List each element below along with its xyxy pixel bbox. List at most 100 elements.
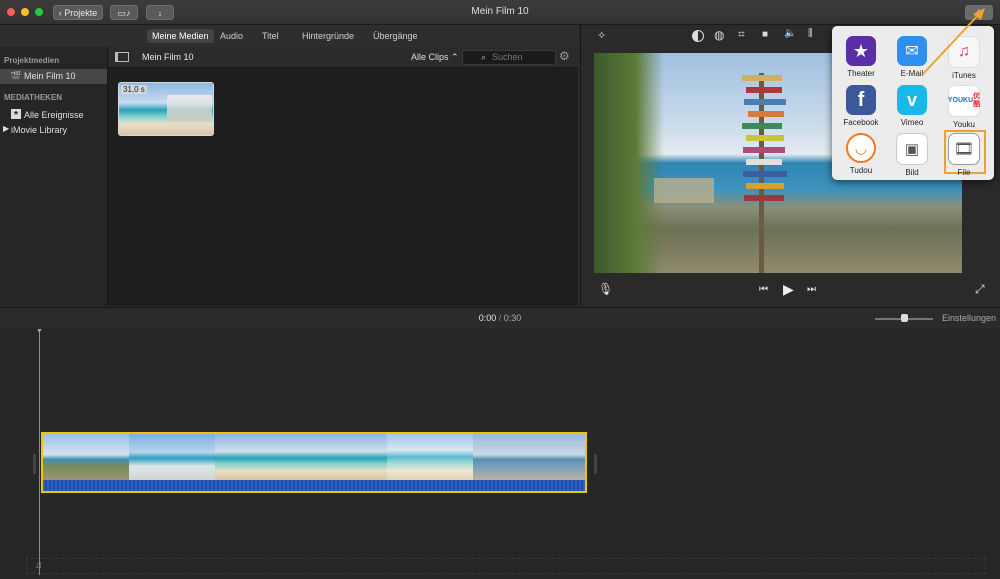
tab-uebergaenge[interactable]: Übergänge — [368, 29, 423, 43]
clip-frame — [43, 434, 130, 480]
beach-hut — [654, 178, 714, 203]
share-facebook-label: Facebook — [843, 118, 879, 127]
playhead-marker: ▼ — [36, 328, 43, 335]
timeline-header: 0:00 / 0:30 Einstellungen — [0, 307, 1000, 329]
youku-icon: YOUKU 优酷 — [948, 85, 980, 117]
clip-filter-select[interactable]: Alle Clips ⌃ — [411, 52, 459, 63]
window-title: Mein Film 10 — [471, 6, 529, 17]
signpost-sign — [748, 111, 784, 117]
tab-titel[interactable]: Titel — [257, 29, 284, 43]
share-theater-label: Theater — [847, 69, 875, 78]
search-placeholder: Suchen — [492, 52, 523, 62]
timeline-right-handle[interactable] — [594, 454, 597, 474]
sidebar-item-all-events-label: Alle Ereignisse — [24, 110, 84, 120]
gear-icon[interactable]: ⚙ — [559, 49, 570, 63]
clip-frame — [387, 434, 474, 480]
star-icon: ★ — [846, 36, 876, 66]
updown-chevron-icon: ⌃ — [451, 52, 459, 62]
share-youku[interactable]: YOUKU 优酷 Youku — [940, 85, 988, 129]
tab-audio[interactable]: Audio — [215, 29, 248, 43]
title-bar: ‹ Projekte ▭♪ ↓ Mein Film 10 ⇪ — [0, 0, 1000, 25]
search-icon: ⌕ — [481, 52, 487, 62]
music-note-track-icon: ♫ — [35, 560, 43, 571]
facebook-icon: f — [846, 85, 876, 115]
sidebar-item-all-events[interactable]: ★ Alle Ereignisse — [0, 108, 107, 122]
signpost-sign — [746, 183, 784, 189]
disclosure-triangle-icon[interactable]: ▶ — [3, 124, 9, 133]
signpost-sign — [743, 171, 787, 177]
music-track[interactable]: ♫ — [26, 558, 986, 574]
signpost-sign — [746, 87, 782, 93]
clip-buildings — [167, 95, 212, 121]
share-file-label: File — [957, 168, 971, 177]
media-tabs-bar: Meine Medien Audio Titel Hintergründe Üb… — [0, 25, 578, 47]
color-palette-icon[interactable]: ◍ — [714, 28, 724, 42]
project-media-heading: Projektmedien — [4, 56, 60, 65]
browser-toolbar: Mein Film 10 Alle Clips ⌃ ⌕ Suchen ⚙ — [108, 47, 578, 68]
color-balance-icon[interactable] — [692, 30, 704, 42]
crop-icon[interactable]: ⌗ — [738, 27, 745, 42]
library-sidebar: Projektmedien 🎬 Mein Film 10 MEDIATHEKEN… — [0, 47, 108, 306]
timeline-settings-button[interactable]: Einstellungen — [942, 313, 996, 323]
browser-title: Mein Film 10 — [142, 52, 194, 62]
timeline-left-handle[interactable] — [33, 454, 36, 474]
timeline: ▼ ♫ — [0, 328, 1000, 579]
annotation-arrow-line — [922, 11, 982, 75]
tab-meine-medien[interactable]: Meine Medien — [147, 29, 214, 43]
sidebar-item-imovie-library[interactable]: ▶ iMovie Library — [0, 123, 107, 137]
clip-frame — [301, 434, 388, 480]
magic-wand-icon[interactable]: ✧ — [597, 29, 606, 42]
clip-frame — [473, 434, 585, 480]
palm-trees — [594, 53, 664, 273]
timeline-clip[interactable] — [41, 432, 587, 493]
stabilization-camera-icon[interactable]: ■ — [762, 29, 768, 40]
clip-duration-badge: 31,0 s — [121, 85, 147, 94]
time-separator: / — [498, 313, 502, 323]
tudou-icon: ◡ — [846, 133, 876, 163]
vimeo-icon: v — [897, 85, 927, 115]
star-events-icon: ★ — [11, 109, 21, 119]
share-tudou[interactable]: ◡ Tudou — [837, 133, 885, 175]
timecode: 0:00 / 0:30 — [0, 313, 1000, 323]
film-icon: 🎞 — [948, 133, 980, 165]
annotation-arrow — [922, 8, 985, 75]
tab-hintergruende[interactable]: Hintergründe — [297, 29, 359, 43]
share-vimeo[interactable]: v Vimeo — [888, 85, 936, 127]
playhead[interactable] — [39, 330, 40, 575]
microphone-icon[interactable]: 🎙 — [598, 282, 613, 296]
share-vimeo-label: Vimeo — [900, 118, 924, 127]
share-facebook[interactable]: f Facebook — [837, 85, 885, 127]
share-youku-label: Youku — [953, 120, 975, 129]
fullscreen-icon[interactable]: ⤢ — [975, 282, 985, 297]
signpost-sign — [746, 159, 782, 165]
image-icon: ▣ — [896, 133, 928, 165]
signpost-sign — [744, 195, 784, 201]
signpost-sign — [742, 75, 782, 81]
signpost-sign — [744, 99, 786, 105]
share-file[interactable]: 🎞 File — [940, 133, 988, 177]
share-theater[interactable]: ★ Theater — [837, 36, 885, 78]
share-tudou-label: Tudou — [849, 166, 873, 175]
signpost-sign — [746, 135, 784, 141]
clapperboard-icon: 🎬 — [10, 71, 22, 81]
clip-frame — [215, 434, 302, 480]
skip-back-icon[interactable]: ⏮ — [759, 284, 768, 295]
toggle-sidebar-icon[interactable] — [115, 52, 129, 62]
search-field[interactable]: ⌕ Suchen — [462, 50, 556, 65]
sidebar-item-imovie-library-label: iMovie Library — [11, 125, 68, 135]
share-image-label: Bild — [905, 168, 919, 177]
total-time: 0:30 — [503, 313, 522, 323]
volume-icon[interactable]: 🔈 — [784, 28, 796, 39]
play-icon[interactable]: ▶ — [783, 281, 794, 298]
signpost-sign — [742, 123, 782, 129]
skip-forward-icon[interactable]: ⏭ — [807, 284, 816, 295]
libraries-heading: MEDIATHEKEN — [4, 93, 63, 102]
audio-waveform — [43, 480, 585, 491]
share-image[interactable]: ▣ Bild — [888, 133, 936, 177]
sidebar-item-project[interactable]: 🎬 Mein Film 10 — [0, 69, 107, 84]
clip-filter-label: Alle Clips — [411, 52, 449, 62]
equalizer-icon[interactable]: ⫼ — [808, 28, 813, 39]
sidebar-item-project-label: Mein Film 10 — [24, 71, 76, 81]
media-clip-thumbnail[interactable]: 31,0 s — [118, 82, 214, 136]
zoom-slider-knob[interactable] — [901, 314, 908, 322]
